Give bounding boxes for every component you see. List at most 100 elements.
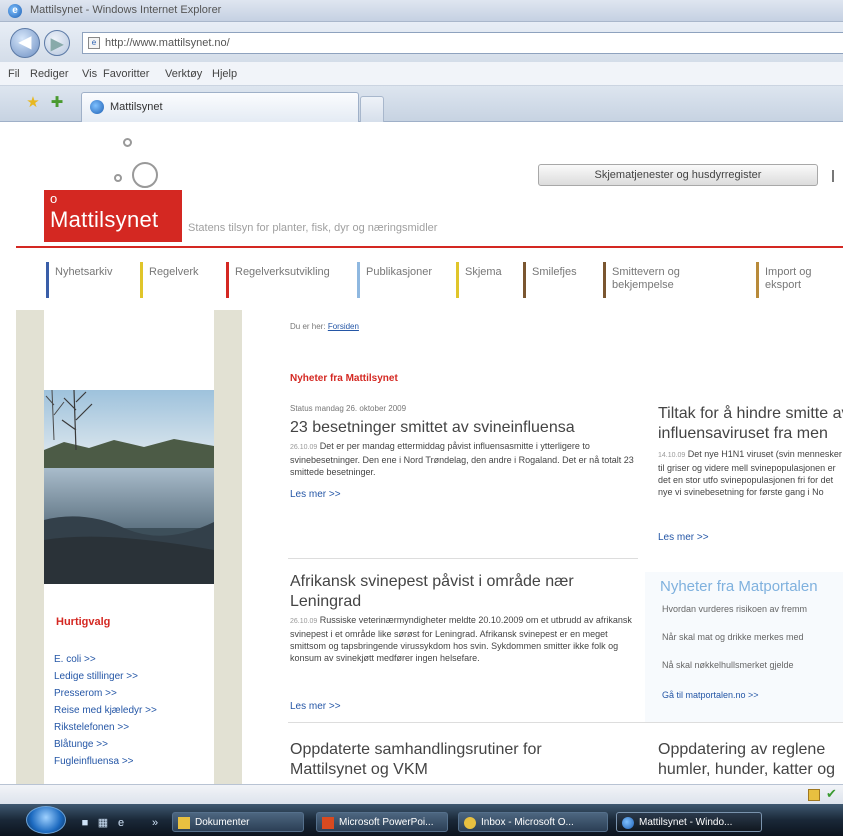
show-desktop-icon[interactable]: ■ (78, 816, 92, 830)
nav-label: Regelverksutvikling (235, 266, 330, 278)
nav-item-smilefjes[interactable]: Smilefjes (523, 262, 603, 298)
menu-help[interactable]: Hjelp (212, 68, 237, 80)
header-separator (832, 170, 834, 182)
matportalen-link[interactable]: Når skal mat og drikke merkes med (662, 632, 804, 642)
news-text: Det nye H1N1 viruset (svin mennesker til… (658, 449, 842, 497)
taskbar-label: Inbox - Microsoft O... (481, 817, 574, 828)
news-heading: Nyheter fra Mattilsynet (290, 373, 398, 384)
new-tab-button[interactable] (360, 96, 384, 122)
quicklink-presserom[interactable]: Presserom >> (54, 688, 117, 699)
news-title[interactable]: Oppdaterte samhandlingsrutiner for Matti… (290, 740, 610, 780)
favorites-star-icon[interactable]: ★ (24, 94, 42, 112)
menu-view[interactable]: Vis (82, 68, 97, 80)
ie-tab-icon (90, 100, 104, 114)
nav-item-skjema[interactable]: Skjema (456, 262, 520, 298)
site-logo[interactable]: o Mattilsynet (44, 190, 182, 242)
news-title-text: Oppdatering av reglene humler, hunder, k… (658, 741, 835, 778)
add-favorite-icon[interactable]: ✚ (48, 94, 66, 112)
matportalen-more-link[interactable]: Gå til matportalen.no >> (662, 690, 759, 700)
nav-label: Regelverk (149, 266, 199, 278)
forward-button[interactable]: ▶ (44, 30, 70, 56)
ie-icon (622, 817, 634, 829)
news-title[interactable]: Tiltak for å hindre smitte av influensav… (658, 404, 843, 444)
quicklink-ecoli[interactable]: E. coli >> (54, 654, 96, 665)
nav-item-publikasjoner[interactable]: Publikasjoner (357, 262, 453, 298)
quicklink-reise[interactable]: Reise med kjæledyr >> (54, 705, 157, 716)
left-stripe (16, 310, 44, 784)
header-red-line (16, 246, 843, 248)
switch-windows-icon[interactable]: ▦ (96, 816, 110, 830)
ie-quicklaunch-icon[interactable]: e (114, 816, 128, 830)
hurtigvalg-title: Hurtigvalg (56, 616, 111, 628)
address-toolbar: ◀ ▶ e http://www.mattilsynet.no/ (0, 22, 843, 62)
logo-o-mark: o (50, 191, 58, 206)
divider (288, 722, 843, 723)
taskbar-item-ie[interactable]: Mattilsynet - Windo... (616, 812, 762, 832)
matportalen-title: Nyheter fra Matportalen (660, 578, 818, 595)
taskbar-item-dokumenter[interactable]: Dokumenter (172, 812, 304, 832)
breadcrumb-home-link[interactable]: Forsiden (328, 322, 359, 331)
tab-mattilsynet[interactable]: Mattilsynet (81, 92, 359, 122)
read-more-link[interactable]: Les mer >> (290, 701, 341, 712)
news-title[interactable]: Oppdatering av reglene humler, hunder, k… (658, 740, 843, 782)
news-date: 14.10.09 (658, 452, 686, 459)
taskbar-label: Dokumenter (195, 817, 250, 828)
read-more-link[interactable]: Les mer >> (658, 532, 709, 543)
news-title[interactable]: Afrikansk svinepest påvist i område nær … (290, 572, 640, 612)
window-titlebar: e Mattilsynet - Windows Internet Explore… (0, 0, 843, 22)
news-date: 26.10.09 (290, 618, 318, 625)
back-button[interactable]: ◀ (10, 28, 40, 58)
menu-file[interactable]: Fil (8, 68, 20, 80)
menu-edit[interactable]: Rediger (30, 68, 69, 80)
news-text: Det er per mandag ettermiddag påvist inf… (290, 441, 634, 477)
security-icon (808, 789, 820, 801)
skjematjenester-button[interactable]: Skjematjenester og husdyrregister (538, 164, 818, 186)
news-body: 26.10.09 Russiske veterinærmyndigheter m… (290, 614, 640, 664)
done-check-icon: ✔ (826, 786, 837, 801)
logo-bubble-small (123, 138, 132, 147)
menu-favorites[interactable]: Favoritter (103, 68, 149, 80)
news-date: 26.10.09 (290, 444, 318, 451)
address-url: http://www.mattilsynet.no/ (105, 37, 230, 49)
nav-label: Smittevern og bekjempelse (612, 266, 680, 291)
divider (288, 558, 638, 559)
nav-label: Publikasjoner (366, 266, 433, 278)
breadcrumb-prefix: Du er her: (290, 322, 326, 331)
quicklink-rikstelefonen[interactable]: Rikstelefonen >> (54, 722, 129, 733)
menu-tools[interactable]: Verktøy (165, 68, 202, 80)
window-title: Mattilsynet - Windows Internet Explorer (30, 4, 222, 16)
nav-item-regelverk[interactable]: Regelverk (140, 262, 220, 298)
logo-bubble-large (132, 162, 158, 188)
tab-label: Mattilsynet (110, 101, 163, 113)
quicklink-fugleinfluensa[interactable]: Fugleinfluensa >> (54, 756, 134, 767)
address-input[interactable]: e http://www.mattilsynet.no/ (82, 32, 843, 54)
site-tagline: Statens tilsyn for planter, fisk, dyr og… (188, 222, 438, 234)
quicklink-stillinger[interactable]: Ledige stillinger >> (54, 671, 138, 682)
nav-label: Smilefjes (532, 266, 577, 278)
matportalen-link[interactable]: Hvordan vurderes risikoen av fremm (662, 604, 807, 614)
nav-item-smittevern[interactable]: Smittevern og bekjempelse (603, 262, 733, 298)
taskbar-item-powerpoint[interactable]: Microsoft PowerPoi... (316, 812, 448, 832)
logo-text: Mattilsynet (50, 207, 159, 232)
taskbar-item-outlook[interactable]: Inbox - Microsoft O... (458, 812, 608, 832)
taskbar-label: Microsoft PowerPoi... (339, 817, 434, 828)
quicklaunch-more-icon[interactable]: » (148, 816, 162, 830)
quicklink-blatunge[interactable]: Blåtunge >> (54, 739, 108, 750)
breadcrumb: Du er her: Forsiden (290, 322, 359, 331)
main-navigation: Nyhetsarkiv Regelverk Regelverksutviklin… (16, 256, 843, 304)
news-title-text: Tiltak for å hindre smitte av influensav… (658, 405, 843, 442)
read-more-link[interactable]: Les mer >> (290, 489, 341, 500)
page-icon: e (88, 37, 100, 49)
nav-item-nyhetsarkiv[interactable]: Nyhetsarkiv (46, 262, 132, 298)
news-body: 26.10.09 Det er per mandag ettermiddag p… (290, 440, 640, 478)
nav-label: Nyhetsarkiv (55, 266, 113, 278)
nav-label: Import og eksport (765, 266, 812, 291)
news-title[interactable]: 23 besetninger smittet av svineinfluensa (290, 418, 640, 438)
ie-logo-icon: e (8, 4, 22, 18)
start-button[interactable] (26, 806, 66, 834)
nav-item-import-eksport[interactable]: Import og eksport (756, 262, 836, 298)
matportalen-link[interactable]: Nå skal nøkkelhullsmerket gjelde (662, 660, 794, 670)
status-bar: ✔ (0, 784, 843, 804)
nav-item-regelverksutvikling[interactable]: Regelverksutvikling (226, 262, 356, 298)
news-body: 14.10.09 Det nye H1N1 viruset (svin menn… (658, 448, 843, 532)
